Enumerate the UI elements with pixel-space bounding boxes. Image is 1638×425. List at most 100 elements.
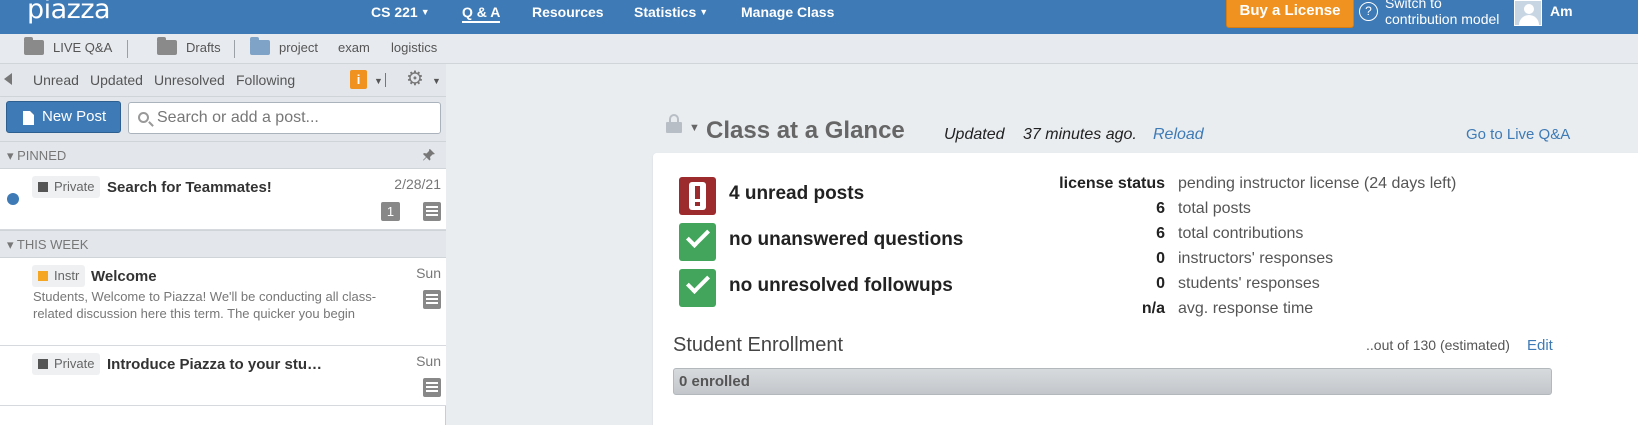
new-post-button[interactable]: New Post	[6, 101, 121, 133]
statistics-label: Statistics	[634, 4, 697, 20]
reload-link[interactable]: Reload	[1153, 126, 1204, 144]
folder-drafts[interactable]: Drafts	[157, 37, 221, 55]
post-date: Sun	[416, 353, 441, 369]
section-this-week-text: THIS WEEK	[16, 237, 89, 252]
search-input[interactable]	[157, 108, 432, 128]
post-title: Introduce Piazza to your stu…	[107, 356, 323, 373]
updated-time: 37 minutes ago.	[1023, 126, 1137, 143]
stat-value: 6	[1156, 225, 1165, 242]
post-snippet: Students, Welcome to Piazza! We'll be co…	[33, 289, 377, 321]
post-item[interactable]: Private Search for Teammates! 2/28/21 1	[0, 169, 446, 230]
enrollment-title: Student Enrollment	[673, 334, 844, 356]
folder-divider	[127, 40, 128, 58]
folder-logistics[interactable]: logistics	[391, 40, 437, 55]
info-icon[interactable]: i	[350, 70, 367, 89]
note-icon	[423, 378, 441, 397]
search-box[interactable]	[128, 102, 441, 134]
post-date: 2/28/21	[394, 176, 441, 192]
collapse-arrow-icon[interactable]	[4, 73, 12, 85]
folder-icon	[250, 37, 270, 55]
post-feed-panel: Unread Updated Unresolved Following i ▼ …	[0, 64, 446, 425]
folder-label: LIVE Q&A	[53, 40, 113, 55]
user-name[interactable]: Am	[1550, 3, 1573, 19]
stat-value: n/a	[1141, 300, 1165, 317]
chevron-down-icon[interactable]: ▼	[432, 76, 441, 86]
tab-resources[interactable]: Resources	[532, 4, 604, 20]
folder-live-qa[interactable]: LIVE Q&A	[24, 37, 113, 55]
filter-divider	[385, 73, 386, 87]
checkmark-icon	[685, 223, 711, 249]
chevron-down-icon: ▼	[699, 7, 709, 17]
post-tag: Private	[32, 176, 101, 198]
unanswered-status-box	[679, 223, 716, 261]
checkmark-icon	[685, 269, 711, 295]
section-pinned-label: ▾ PINNED	[7, 148, 67, 163]
status-unread-posts[interactable]: 4 unread posts	[729, 183, 864, 205]
avatar[interactable]	[1514, 0, 1542, 26]
tab-qa[interactable]: Q & A	[462, 4, 501, 23]
filter-unread[interactable]: Unread	[33, 72, 79, 88]
search-icon	[138, 112, 149, 123]
search-row: New Post	[0, 97, 446, 141]
filter-following[interactable]: Following	[236, 72, 295, 88]
chevron-down-icon[interactable]: ▼	[689, 122, 700, 134]
pin-icon[interactable]	[423, 149, 435, 161]
section-this-week[interactable]: ▾ THIS WEEK	[0, 230, 446, 258]
course-label: CS 221	[371, 4, 418, 20]
post-date: Sun	[416, 265, 441, 281]
stat-value: 6	[1156, 200, 1165, 217]
section-pinned[interactable]: ▾ PINNED	[0, 141, 446, 169]
enrollment-count: 0 enrolled	[679, 373, 750, 390]
top-navbar: piazza CS 221 ▼ Q & A Resources Statistic…	[0, 0, 1638, 34]
page-title: Class at a Glance	[706, 117, 905, 144]
unread-dot	[7, 193, 19, 205]
stat-label: instructors' responses	[1178, 250, 1334, 267]
go-to-live-qa-link[interactable]: Go to Live Q&A	[1466, 126, 1570, 143]
filter-unresolved[interactable]: Unresolved	[154, 72, 225, 88]
folder-exam[interactable]: exam	[338, 40, 370, 55]
chevron-down-icon[interactable]: ▼	[374, 76, 383, 86]
course-selector[interactable]: CS 221 ▼	[371, 4, 430, 20]
switch-contribution-link[interactable]: Switch to contribution model	[1385, 0, 1499, 27]
new-post-label: New Post	[42, 108, 107, 125]
tab-statistics[interactable]: Statistics ▼	[634, 4, 708, 20]
enrollment-estimate: ..out of 130 (estimated)	[1366, 337, 1510, 353]
stat-value: 0	[1156, 275, 1165, 292]
note-icon	[423, 290, 441, 309]
buy-license-button[interactable]: Buy a License	[1226, 0, 1354, 28]
status-unanswered: no unanswered questions	[729, 229, 964, 250]
updated-label: Updated	[944, 126, 1005, 143]
followups-status-box	[679, 269, 716, 307]
count-badge: 1	[381, 202, 400, 221]
status-followups: no unresolved followups	[729, 275, 953, 296]
filter-bar: Unread Updated Unresolved Following i ▼ …	[0, 64, 446, 97]
folder-icon	[157, 37, 177, 55]
stat-value: license status	[1059, 175, 1165, 192]
gear-icon[interactable]: ⚙	[406, 69, 424, 89]
stat-label: avg. response time	[1178, 300, 1314, 317]
chevron-down-icon: ▼	[420, 7, 430, 17]
folder-label: project	[279, 40, 319, 55]
note-icon	[423, 202, 441, 221]
folder-icon	[24, 37, 44, 55]
piazza-logo[interactable]: piazza	[27, 0, 111, 25]
folder-project[interactable]: project	[250, 37, 319, 55]
enrollment-progress-bar: 0 enrolled	[673, 368, 1552, 395]
stat-label: students' responses	[1178, 275, 1320, 292]
unread-status-box	[679, 177, 716, 215]
switch-line-1: Switch to	[1385, 0, 1442, 11]
post-title: Welcome	[91, 268, 157, 285]
exclamation-icon	[689, 182, 706, 210]
post-item[interactable]: Private Introduce Piazza to your stu… Su…	[0, 346, 446, 406]
tab-manage-class[interactable]: Manage Class	[741, 4, 834, 20]
folder-divider	[234, 40, 235, 58]
filter-updated[interactable]: Updated	[90, 72, 143, 88]
switch-line-2: contribution model	[1385, 11, 1500, 27]
lock-icon[interactable]	[666, 114, 682, 133]
stat-label: total contributions	[1178, 225, 1304, 242]
post-title: Search for Teammates!	[107, 179, 272, 196]
help-icon[interactable]: ?	[1359, 2, 1378, 21]
stat-label: pending instructor license (24 days left…	[1178, 175, 1457, 192]
enrollment-edit-link[interactable]: Edit	[1527, 337, 1553, 354]
post-item[interactable]: Instr Welcome Sun Students, Welcome to P…	[0, 258, 446, 346]
